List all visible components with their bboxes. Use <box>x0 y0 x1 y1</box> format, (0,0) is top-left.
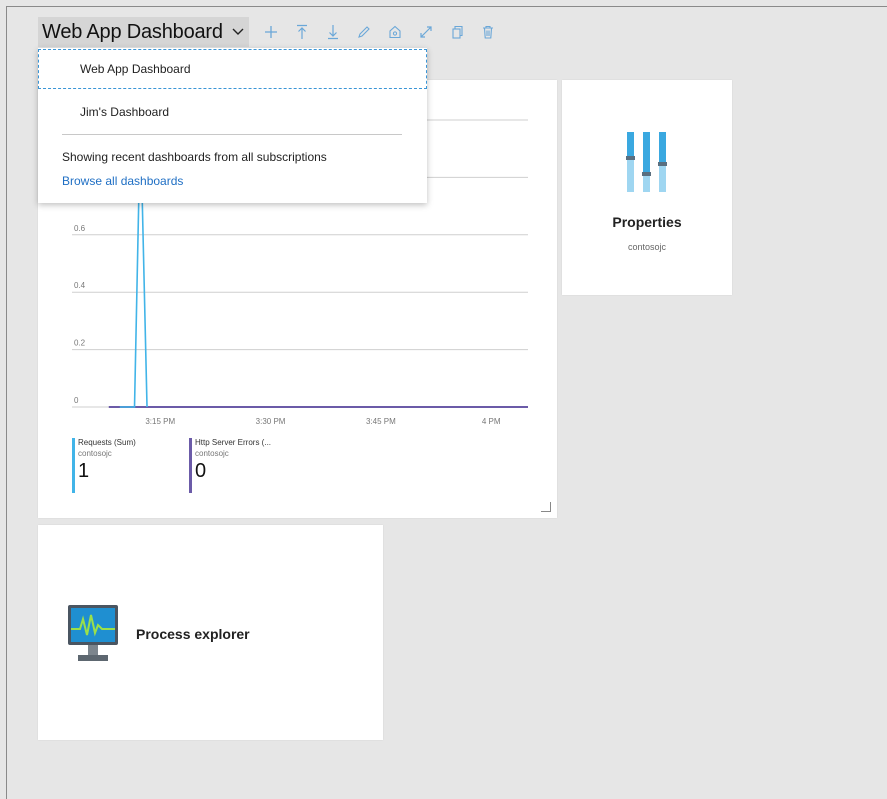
x-tick-label: 3:15 PM <box>145 417 175 426</box>
legend-value: 1 <box>78 460 90 482</box>
dashboard-toolbar: Web App Dashboard <box>38 16 497 48</box>
legend-series-name: Requests (Sum) <box>78 438 136 447</box>
browse-all-dashboards-link[interactable]: Browse all dashboards <box>62 174 183 188</box>
legend-resource-name: contosojc <box>78 449 112 458</box>
add-icon[interactable] <box>263 24 280 41</box>
process-explorer-title: Process explorer <box>136 626 250 642</box>
share-icon[interactable] <box>387 24 404 41</box>
dropdown-item-web-app-dashboard[interactable]: Web App Dashboard <box>38 49 427 89</box>
dropdown-item-jims-dashboard[interactable]: Jim's Dashboard <box>38 92 427 132</box>
dashboard-selector-button[interactable]: Web App Dashboard <box>38 17 249 47</box>
properties-title: Properties <box>612 214 682 230</box>
legend-resource-name: contosojc <box>195 449 229 458</box>
tile-resize-handle[interactable] <box>541 502 551 512</box>
x-tick-label: 3:30 PM <box>256 417 286 426</box>
legend-color-bar <box>72 438 75 493</box>
download-icon[interactable] <box>325 24 342 41</box>
legend-item-http-errors[interactable]: Http Server Errors (... contosojc 0 <box>189 438 272 493</box>
x-tick-label: 3:45 PM <box>366 417 396 426</box>
chevron-down-icon <box>231 25 245 39</box>
properties-tile[interactable]: Properties contosojc <box>562 80 732 295</box>
legend-series-name: Http Server Errors (... <box>195 438 272 447</box>
properties-subtitle: contosojc <box>627 242 667 252</box>
legend-color-bar <box>189 438 192 493</box>
y-tick-label: 0 <box>74 396 79 405</box>
dropdown-recent-note: Showing recent dashboards from all subsc… <box>62 150 327 164</box>
y-tick-label: 0.4 <box>74 281 86 290</box>
process-explorer-tile[interactable]: Process explorer <box>38 525 383 740</box>
legend-item-requests[interactable]: Requests (Sum) contosojc 1 <box>72 438 136 493</box>
clone-icon[interactable] <box>449 24 466 41</box>
delete-icon[interactable] <box>480 24 497 41</box>
dashboard-dropdown-menu: Web App Dashboard Jim's Dashboard Showin… <box>38 48 427 203</box>
dropdown-divider <box>62 134 402 135</box>
upload-icon[interactable] <box>294 24 311 41</box>
edit-icon[interactable] <box>356 24 373 41</box>
monitor-icon <box>68 605 118 661</box>
y-tick-label: 0.6 <box>74 224 86 233</box>
dashboard-title: Web App Dashboard <box>42 20 223 43</box>
x-tick-label: 4 PM <box>482 417 501 426</box>
legend-value: 0 <box>195 460 207 482</box>
y-tick-label: 0.2 <box>74 339 86 348</box>
fullscreen-icon[interactable] <box>418 24 435 41</box>
properties-sliders-icon <box>626 132 667 192</box>
